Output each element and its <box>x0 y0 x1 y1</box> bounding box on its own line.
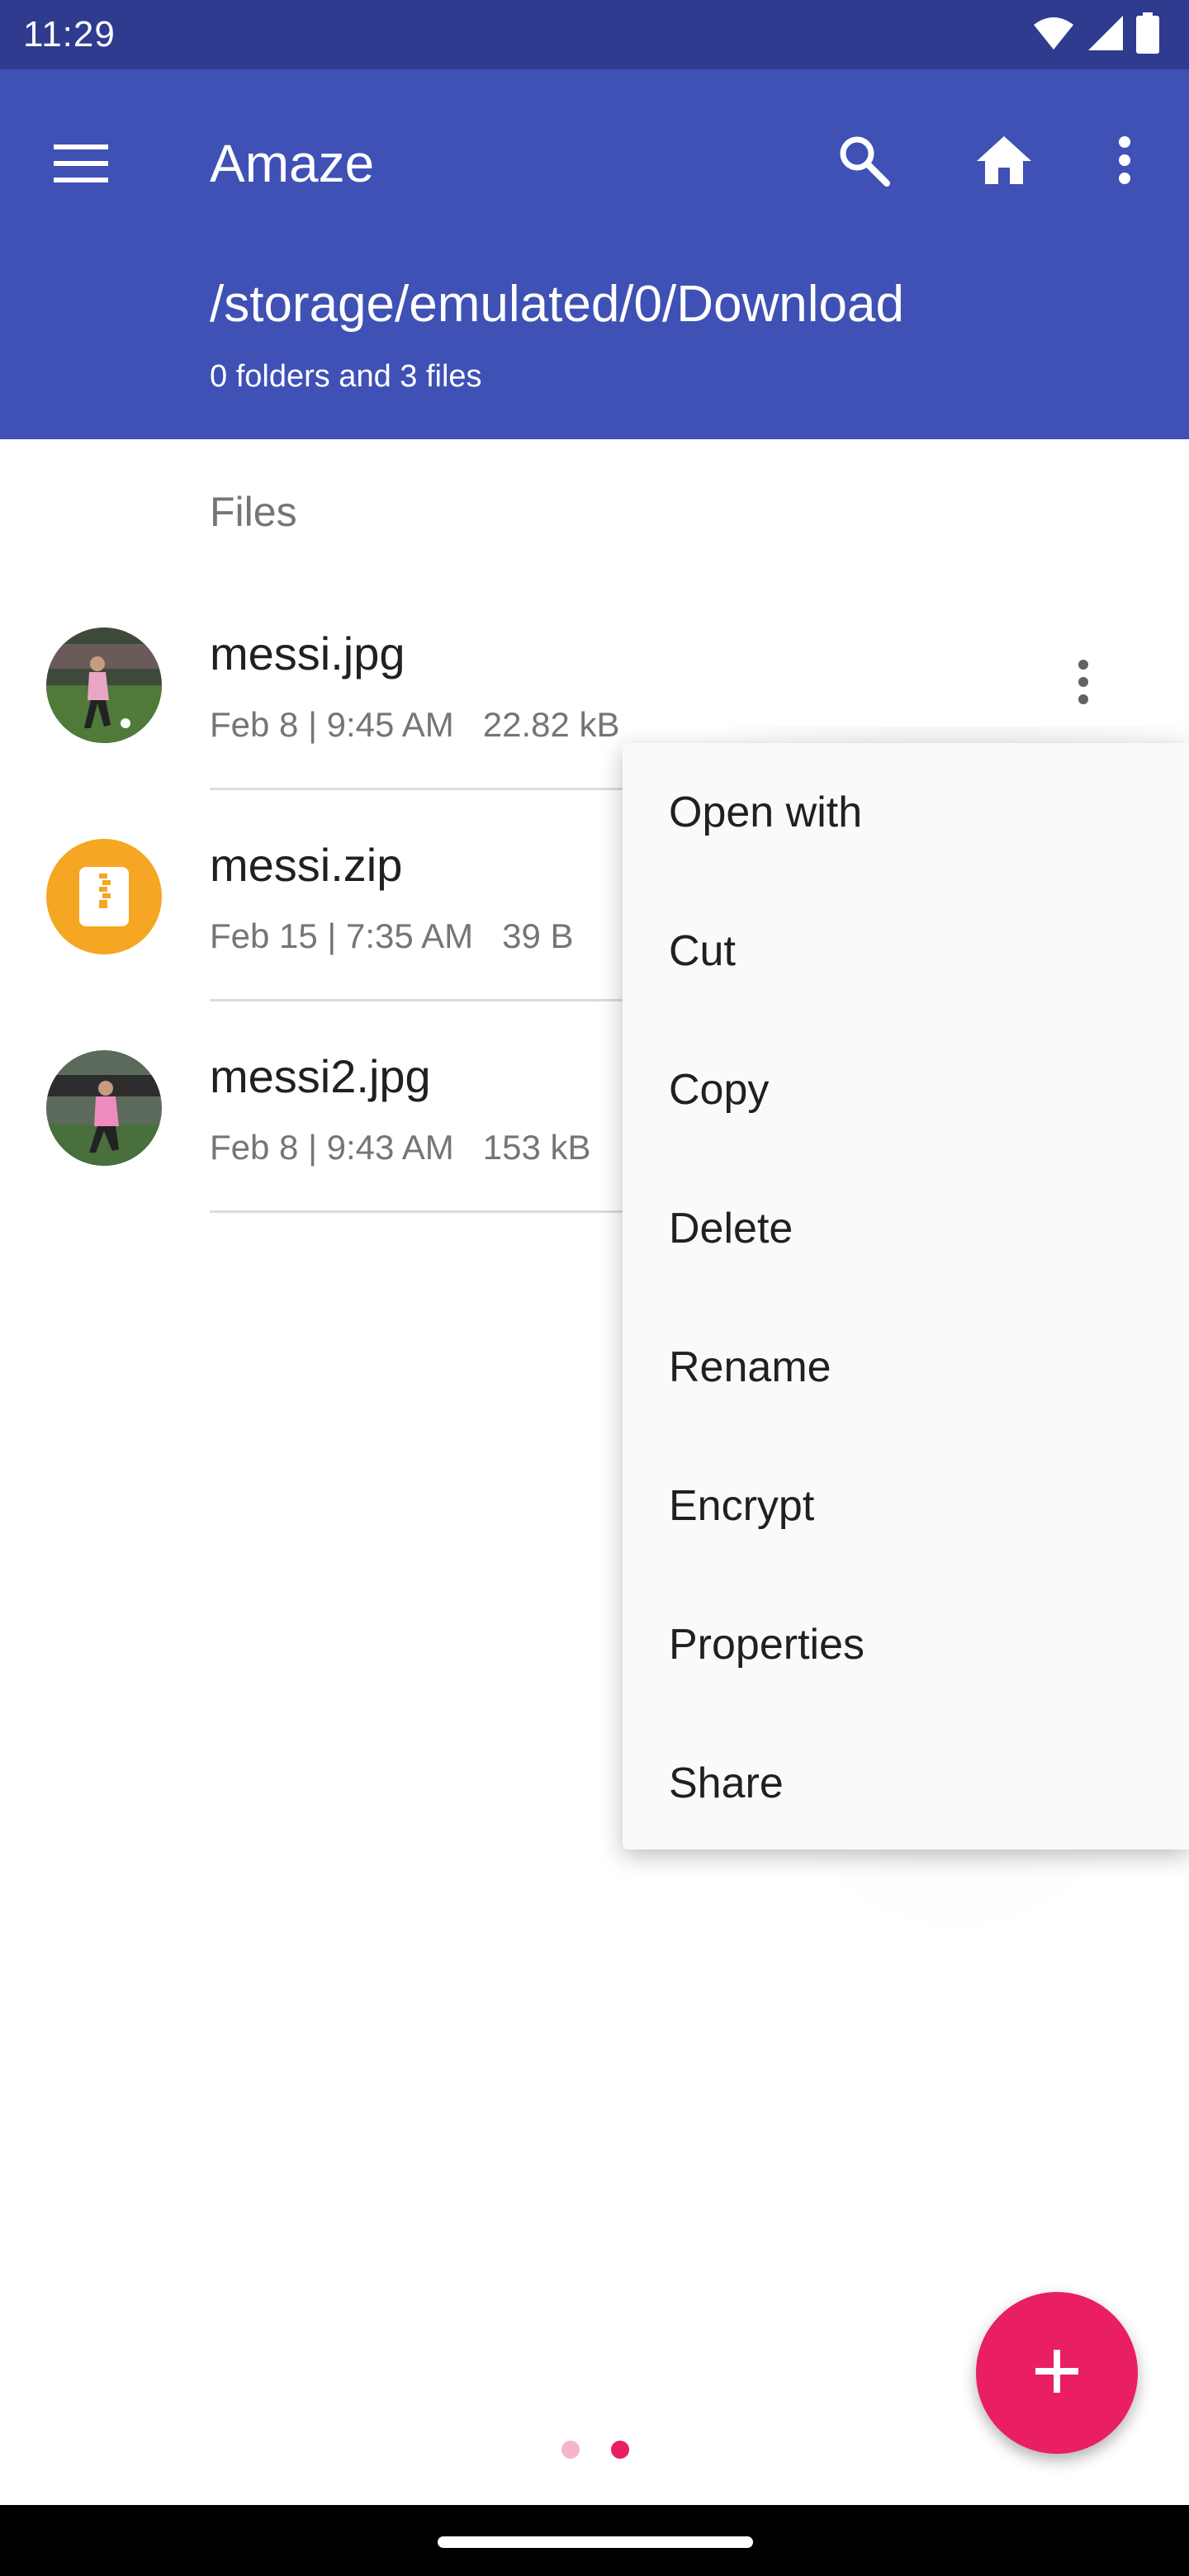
menu-item-delete[interactable]: Delete <box>623 1159 1189 1298</box>
menu-item-encrypt[interactable]: Encrypt <box>623 1437 1189 1575</box>
more-vert-icon <box>1116 135 1133 189</box>
more-vert-icon <box>1077 659 1090 709</box>
home-icon <box>975 135 1033 190</box>
search-button[interactable] <box>817 116 910 208</box>
file-name: messi.zip <box>210 839 403 891</box>
current-path: /storage/emulated/0/Download <box>210 276 904 333</box>
section-header-files: Files <box>210 489 297 535</box>
menu-item-cut[interactable]: Cut <box>623 882 1189 1020</box>
app-title: Amaze <box>210 134 375 193</box>
add-fab-button[interactable] <box>976 2292 1138 2454</box>
menu-button[interactable] <box>35 119 127 211</box>
file-name: messi.jpg <box>210 627 405 680</box>
file-meta: Feb 8 | 9:45 AM 22.82 kB <box>210 705 620 744</box>
menu-item-rename[interactable]: Rename <box>623 1298 1189 1437</box>
overflow-menu-button[interactable] <box>1090 116 1159 208</box>
signal-icon <box>1087 14 1125 56</box>
hamburger-menu-icon <box>52 143 110 188</box>
file-meta: Feb 8 | 9:43 AM 153 kB <box>210 1128 591 1167</box>
plus-icon <box>1034 2348 1080 2398</box>
home-button[interactable] <box>958 116 1050 208</box>
page-indicator-dot-active <box>611 2441 629 2459</box>
image-thumbnail <box>46 1050 162 1166</box>
menu-item-properties[interactable]: Properties <box>623 1575 1189 1714</box>
status-icons <box>1032 12 1159 58</box>
file-name: messi2.jpg <box>210 1050 431 1102</box>
home-gesture-pill[interactable] <box>438 2536 753 2548</box>
file-meta: Feb 15 | 7:35 AM 39 B <box>210 916 574 955</box>
battery-icon <box>1136 12 1159 58</box>
menu-item-copy[interactable]: Copy <box>623 1020 1189 1159</box>
page-indicator-dot <box>561 2441 580 2459</box>
wifi-icon <box>1032 15 1075 55</box>
menu-item-open-with[interactable]: Open with <box>623 743 1189 882</box>
image-thumbnail <box>46 627 162 743</box>
zip-icon <box>46 839 162 954</box>
menu-item-share[interactable]: Share <box>623 1714 1189 1853</box>
status-bar: 11:29 <box>0 0 1189 69</box>
status-time: 11:29 <box>23 14 116 54</box>
app-bar: Amaze /storage/emulated/0/Download 0 fol… <box>0 69 1189 439</box>
search-icon <box>837 134 890 191</box>
file-overflow-button[interactable] <box>1049 637 1118 730</box>
file-context-menu: Open with Cut Copy Delete Rename Encrypt… <box>623 743 1189 1849</box>
folder-summary: 0 folders and 3 files <box>210 359 482 394</box>
